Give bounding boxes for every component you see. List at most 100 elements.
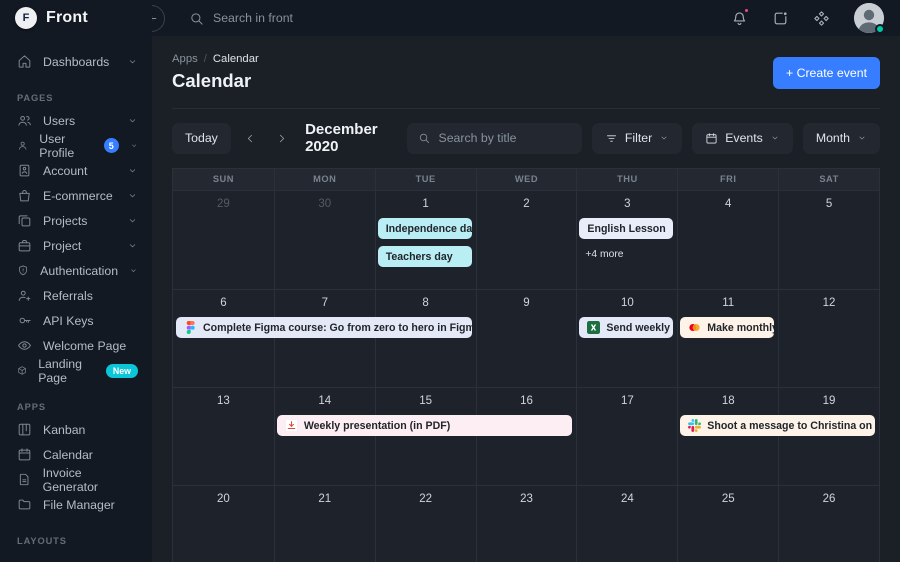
sidebar-item-kanban[interactable]: Kanban <box>0 417 152 442</box>
global-search <box>189 11 383 26</box>
calendar-cell-2[interactable]: 2 <box>476 191 577 289</box>
calendar-cell-26[interactable]: 26 <box>778 486 879 562</box>
calendar-cell-11[interactable]: 11 <box>677 290 778 387</box>
calendar-event-make-monthly-pa[interactable]: Make monthly pa… <box>680 317 774 338</box>
event-title: English Lesson <box>587 223 665 235</box>
calendar-cell-14[interactable]: 14 <box>274 388 375 485</box>
launch-button[interactable] <box>772 10 789 27</box>
chevron-down-icon <box>127 240 138 251</box>
header-divider <box>172 108 880 109</box>
calendar-cell-12[interactable]: 12 <box>778 290 879 387</box>
sidebar-item-project[interactable]: Project <box>0 233 152 258</box>
calendar-event-independence-day[interactable]: Independence day <box>378 218 472 239</box>
filter-label: Filter <box>625 131 652 145</box>
sidebar-item-users[interactable]: Users <box>0 108 152 133</box>
event-title: Complete Figma course: Go from zero to h… <box>203 322 472 334</box>
badge: New <box>106 364 138 378</box>
calendar-cell-15[interactable]: 15 <box>375 388 476 485</box>
events-button[interactable]: Events <box>692 123 793 154</box>
sidebar-item-user-profile[interactable]: User Profile5 <box>0 133 152 158</box>
calendar-cell-1[interactable]: 1 <box>375 191 476 289</box>
avatar[interactable] <box>854 3 884 33</box>
calendar-cell-8[interactable]: 8 <box>375 290 476 387</box>
calendar-event-complete-figma-course-go-from-[interactable]: Complete Figma course: Go from zero to h… <box>176 317 472 338</box>
sidebar-item-e-commerce[interactable]: E-commerce <box>0 183 152 208</box>
more-events-link[interactable]: +4 more <box>585 249 623 260</box>
breadcrumb-apps[interactable]: Apps <box>172 53 198 65</box>
calendar-event-english-lesson[interactable]: English Lesson <box>579 218 673 239</box>
calendar-week-row: 6789101112 Complete Figma course: Go from… <box>173 289 879 387</box>
next-month-button[interactable] <box>271 123 291 154</box>
calendar-toolbar: Today December 2020 Filter Events <box>172 121 880 155</box>
calendar-cell-7[interactable]: 7 <box>274 290 375 387</box>
calendar-cell-3[interactable]: 3 <box>576 191 677 289</box>
apps-button[interactable] <box>813 10 830 27</box>
calendar-cell-19[interactable]: 19 <box>778 388 879 485</box>
sidebar-item-referrals[interactable]: Referrals <box>0 283 152 308</box>
sidebar-item-label: Invoice Generator <box>43 466 138 494</box>
event-title: Shoot a message to Christina on Slack <box>707 420 875 432</box>
calendar-cell-22[interactable]: 22 <box>375 486 476 562</box>
view-selector-button[interactable]: Month <box>803 123 880 154</box>
calendar-event-weekly-presentation-in-pdf[interactable]: Weekly presentation (in PDF) <box>277 415 573 436</box>
sidebar-item-label: E-commerce <box>43 189 113 203</box>
sidebar-item-account[interactable]: Account <box>0 158 152 183</box>
date-number: 5 <box>779 198 879 210</box>
kanban-icon <box>17 422 32 437</box>
date-number: 1 <box>376 198 476 210</box>
date-number: 15 <box>376 395 476 407</box>
search-icon <box>418 131 430 145</box>
calendar-cell-17[interactable]: 17 <box>576 388 677 485</box>
calendar-event-teachers-day[interactable]: Teachers day <box>378 246 472 267</box>
chevron-down-icon <box>127 165 138 176</box>
calendar-cell-4[interactable]: 4 <box>677 191 778 289</box>
date-number: 13 <box>173 395 274 407</box>
bell-button[interactable] <box>731 10 748 27</box>
calendar-cell-5[interactable]: 5 <box>778 191 879 289</box>
title-search-input[interactable] <box>439 131 571 145</box>
date-number: 26 <box>779 493 879 505</box>
calendar-event-shoot-a-message-to-christina-o[interactable]: Shoot a message to Christina on Slack <box>680 415 875 436</box>
sidebar-item-authentication[interactable]: Authentication <box>0 258 152 283</box>
calendar-cell-20[interactable]: 20 <box>173 486 274 562</box>
calendar-cell-24[interactable]: 24 <box>576 486 677 562</box>
calendar-cell-29[interactable]: 29 <box>173 191 274 289</box>
sidebar-item-dashboards[interactable]: Dashboards <box>0 49 152 74</box>
sidebar-item-api-keys[interactable]: API Keys <box>0 308 152 333</box>
calendar-cell-30[interactable]: 30 <box>274 191 375 289</box>
calendar-body: 293012345Independence dayTeachers dayEng… <box>173 191 879 562</box>
sidebar-item-label: Project <box>43 239 81 253</box>
calendar-event-send-weekly-inv[interactable]: Send weekly inv… <box>579 317 673 338</box>
calendar-cell-16[interactable]: 16 <box>476 388 577 485</box>
calendar-cell-6[interactable]: 6 <box>173 290 274 387</box>
launch-icon <box>772 10 789 27</box>
calendar-cell-10[interactable]: 10 <box>576 290 677 387</box>
sidebar-item-welcome-page[interactable]: Welcome Page <box>0 333 152 358</box>
today-button[interactable]: Today <box>172 123 231 154</box>
filter-button[interactable]: Filter <box>592 123 682 154</box>
global-search-input[interactable] <box>213 11 383 25</box>
calendar-cell-9[interactable]: 9 <box>476 290 577 387</box>
excel-icon <box>587 321 600 334</box>
sidebar-item-label: User Profile <box>39 132 87 160</box>
logo[interactable]: F Front <box>0 0 152 36</box>
calendar-cell-25[interactable]: 25 <box>677 486 778 562</box>
chevron-down-icon <box>127 215 138 226</box>
sidebar-item-calendar[interactable]: Calendar <box>0 442 152 467</box>
sidebar-item-landing-page[interactable]: Landing PageNew <box>0 358 152 383</box>
date-number: 10 <box>577 297 677 309</box>
sidebar-item-invoice-generator[interactable]: Invoice Generator <box>0 467 152 492</box>
date-number: 16 <box>477 395 577 407</box>
calendar-cell-18[interactable]: 18 <box>677 388 778 485</box>
sidebar-item-projects[interactable]: Projects <box>0 208 152 233</box>
calendar-icon <box>705 132 718 145</box>
calendar-cell-21[interactable]: 21 <box>274 486 375 562</box>
prev-month-button[interactable] <box>241 123 261 154</box>
calendar-cell-23[interactable]: 23 <box>476 486 577 562</box>
notification-dot <box>743 7 750 14</box>
title-search <box>407 123 582 154</box>
sidebar-item-file-manager[interactable]: File Manager <box>0 492 152 517</box>
calendar-cell-13[interactable]: 13 <box>173 388 274 485</box>
date-number: 19 <box>779 395 879 407</box>
create-event-button[interactable]: + Create event <box>773 57 880 89</box>
